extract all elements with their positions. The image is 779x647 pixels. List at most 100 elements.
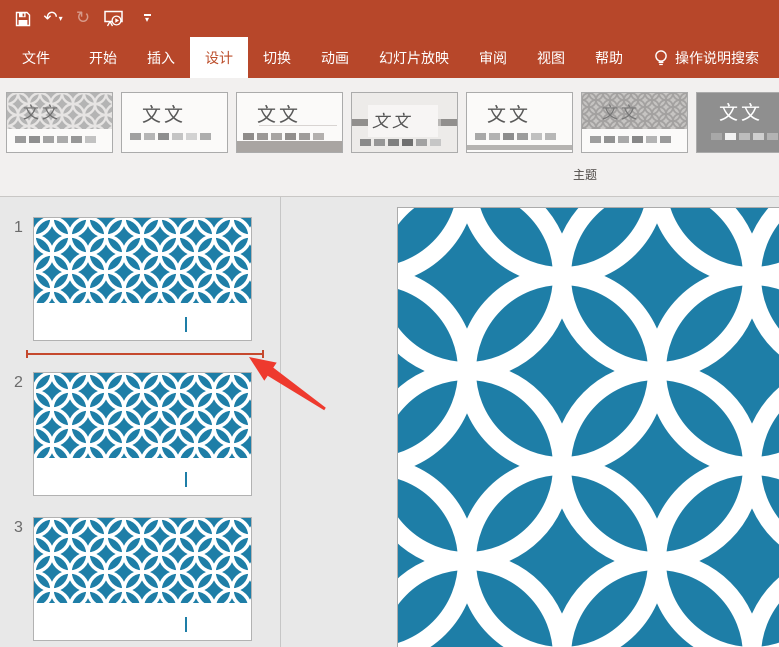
theme-color-swatches <box>130 133 211 140</box>
color-swatch <box>618 136 629 143</box>
theme-swatch-bar[interactable]: 文文 <box>466 92 573 153</box>
color-swatch <box>285 133 296 140</box>
color-swatch <box>604 136 615 143</box>
color-swatch <box>753 133 764 140</box>
quick-access-toolbar: ↶ ▾ ↻ ▾ <box>10 6 156 32</box>
slide-editing-canvas[interactable] <box>281 197 779 647</box>
current-slide[interactable] <box>397 207 779 647</box>
slideshow-icon <box>103 10 123 27</box>
color-swatch <box>503 133 514 140</box>
color-swatch <box>711 133 722 140</box>
slide-pattern-area <box>34 218 251 303</box>
theme-sample-text: 文文 <box>372 112 412 131</box>
redo-icon: ↻ <box>75 8 91 27</box>
theme-color-swatches <box>711 133 779 140</box>
slide-thumbnail[interactable] <box>33 517 252 641</box>
text-cursor-placeholder <box>185 317 187 332</box>
theme-color-swatches <box>15 136 96 143</box>
slide-pattern-area <box>34 373 251 458</box>
undo-button[interactable]: ↶ ▾ <box>40 6 66 32</box>
tab-transitions[interactable]: 切换 <box>248 37 306 78</box>
theme-stripe[interactable]: 文文 <box>351 92 458 153</box>
text-cursor-placeholder <box>185 472 187 487</box>
theme-sample-text: 文文 <box>719 103 764 124</box>
theme-underline-band[interactable]: 文文 <box>236 92 343 153</box>
theme-stripe-dark-right <box>441 119 457 126</box>
color-swatch <box>200 133 211 140</box>
customize-qat-button[interactable]: ▾ <box>130 6 156 32</box>
color-swatch <box>402 139 413 146</box>
customize-qat-icon: ▾ <box>143 14 151 24</box>
color-swatch <box>660 136 671 143</box>
theme-bottom-band <box>237 141 342 152</box>
slide-thumbnail[interactable] <box>33 372 252 496</box>
slide-thumbnail[interactable] <box>33 217 252 341</box>
dropdown-caret-icon[interactable]: ▾ <box>59 14 63 23</box>
theme-sample-text: 文文 <box>487 105 532 126</box>
tell-me-search[interactable]: 操作说明搜索 <box>644 37 769 78</box>
tab-view[interactable]: 视图 <box>522 37 580 78</box>
slide-insertion-indicator <box>26 350 264 358</box>
theme-sample-text: 文文 <box>142 105 187 126</box>
text-cursor-placeholder <box>185 617 187 632</box>
tab-home[interactable]: 开始 <box>74 37 132 78</box>
color-swatch <box>646 136 657 143</box>
color-swatch <box>243 133 254 140</box>
color-swatch <box>430 139 441 146</box>
color-swatch <box>767 133 778 140</box>
theme-sample-text: 文文 <box>602 105 641 122</box>
color-swatch <box>71 136 82 143</box>
color-swatch <box>388 139 399 146</box>
theme-damask[interactable]: 文文 <box>581 92 688 153</box>
color-swatch <box>299 133 310 140</box>
slide-background-pattern <box>398 208 779 647</box>
theme-color-swatches <box>360 139 441 146</box>
theme-dark[interactable]: 文文 <box>696 92 779 153</box>
color-swatch <box>15 136 26 143</box>
color-swatch <box>416 139 427 146</box>
color-swatch <box>43 136 54 143</box>
color-swatch <box>360 139 371 146</box>
tab-insert[interactable]: 插入 <box>132 37 190 78</box>
color-swatch <box>172 133 183 140</box>
slide-number: 2 <box>14 374 23 391</box>
color-swatch <box>257 133 268 140</box>
theme-sample-text: 文文 <box>23 105 62 122</box>
lightbulb-icon <box>654 49 668 67</box>
color-swatch <box>130 133 141 140</box>
slide-number: 1 <box>14 219 23 236</box>
tab-review[interactable]: 审阅 <box>464 37 522 78</box>
undo-icon: ↶ <box>43 8 58 27</box>
color-swatch <box>632 136 643 143</box>
color-swatch <box>374 139 385 146</box>
tab-slideshow[interactable]: 幻灯片放映 <box>364 37 464 78</box>
tab-help[interactable]: 帮助 <box>580 37 638 78</box>
tell-me-search-label: 操作说明搜索 <box>675 49 759 66</box>
color-swatch <box>489 133 500 140</box>
color-swatch <box>517 133 528 140</box>
start-slideshow-button[interactable] <box>100 6 126 32</box>
tab-file[interactable]: 文件 <box>4 37 68 78</box>
color-swatch <box>186 133 197 140</box>
color-swatch <box>313 133 324 140</box>
title-bar: ↶ ▾ ↻ ▾ <box>0 0 779 37</box>
themes-group-label: 主题 <box>572 168 597 182</box>
tab-design[interactable]: 设计 <box>190 37 248 78</box>
color-swatch <box>144 133 155 140</box>
redo-button[interactable]: ↻ <box>70 6 96 32</box>
theme-current-pattern[interactable]: 文文 <box>6 92 113 153</box>
theme-color-swatches <box>243 133 324 140</box>
color-swatch <box>590 136 601 143</box>
ribbon-tabs: 文件 开始 插入 设计 切换 动画 幻灯片放映 审阅 视图 帮助 <box>4 37 638 78</box>
save-button[interactable] <box>10 6 36 32</box>
color-swatch <box>531 133 542 140</box>
theme-office[interactable]: 文文 <box>121 92 228 153</box>
theme-color-swatches <box>475 133 556 140</box>
theme-sample-text: 文文 <box>257 105 302 126</box>
tab-animations[interactable]: 动画 <box>306 37 364 78</box>
slide-pattern-area <box>34 518 251 603</box>
color-swatch <box>725 133 736 140</box>
slide-number: 3 <box>14 519 23 536</box>
color-swatch <box>57 136 68 143</box>
color-swatch <box>739 133 750 140</box>
